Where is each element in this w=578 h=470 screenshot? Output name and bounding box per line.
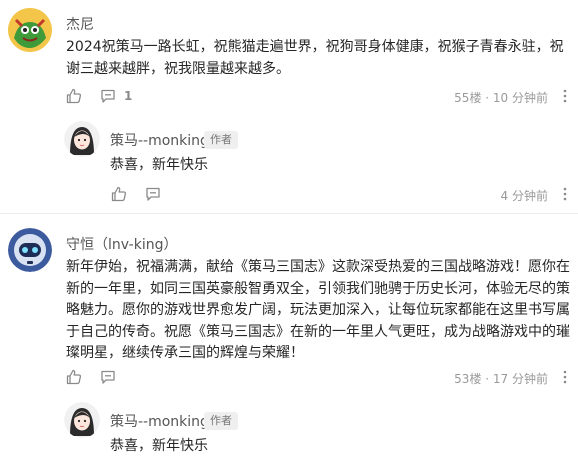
author-badge: 作者	[204, 131, 238, 149]
comment-text: 2024祝策马一路长虹，祝熊猫走遍世界，祝狗哥身体健康，祝猴子青春永驻，祝谢三越…	[66, 39, 564, 77]
comment-text: 新年伊始，祝福满满，献给《策马三国志》这款深受热爱的三国战略游戏！愿你在新的一年…	[66, 259, 570, 361]
author-badge: 作者	[204, 412, 238, 430]
reply-text: 恭喜，新年快乐	[110, 438, 208, 454]
reply-icon[interactable]	[100, 369, 116, 385]
more-options-icon[interactable]	[557, 186, 573, 202]
timestamp: 10 分钟前	[492, 91, 548, 105]
more-options-icon[interactable]	[557, 88, 573, 104]
reply-icon[interactable]	[100, 88, 116, 104]
reply-item: 策马--monking 作者 恭喜，新年快乐 4 分钟前	[56, 115, 578, 205]
reply-username[interactable]: 策马--monking	[110, 130, 209, 150]
timestamp: 17 分钟前	[492, 372, 548, 386]
reply-username[interactable]: 策马--monking	[110, 411, 209, 431]
reply-text: 恭喜，新年快乐	[110, 157, 208, 173]
comment-meta: 53楼 · 17 分钟前	[454, 372, 548, 386]
divider	[0, 213, 578, 214]
comment-username[interactable]: 守恒（lnv-king）	[66, 234, 177, 254]
reply-count: 1	[124, 89, 133, 103]
floor-number: 53楼	[454, 372, 482, 386]
like-icon[interactable]	[66, 369, 82, 385]
avatar[interactable]	[64, 121, 100, 157]
reply-item: 策马--monking 作者 恭喜，新年快乐	[56, 396, 578, 470]
reply-icon[interactable]	[145, 186, 161, 202]
like-icon[interactable]	[66, 88, 82, 104]
avatar[interactable]	[8, 8, 52, 52]
comment-meta: 55楼 · 10 分钟前	[454, 91, 548, 105]
floor-number: 55楼	[454, 91, 482, 105]
comment-username[interactable]: 杰尼	[66, 14, 94, 34]
more-options-icon[interactable]	[557, 369, 573, 385]
comment-item: 守恒（lnv-king） 新年伊始，祝福满满，献给《策马三国志》这款深受热爱的三…	[0, 220, 578, 470]
timestamp: 4 分钟前	[500, 189, 548, 203]
avatar[interactable]	[64, 402, 100, 438]
like-icon[interactable]	[111, 186, 127, 202]
comment-item: 杰尼 2024祝策马一路长虹，祝熊猫走遍世界，祝狗哥身体健康，祝猴子青春永驻，祝…	[0, 0, 578, 205]
avatar[interactable]	[8, 228, 52, 272]
